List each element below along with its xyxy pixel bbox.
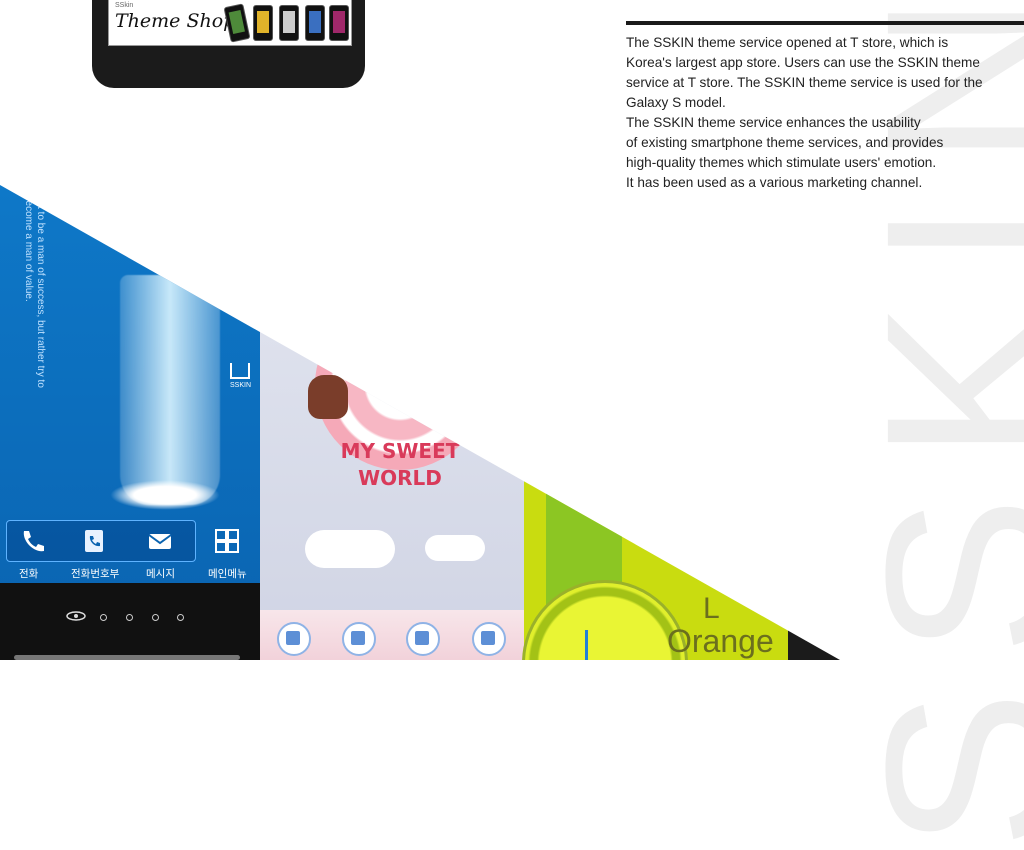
dock-label-main-menu: 메인메뉴 [208, 568, 247, 580]
description-line: The SSKIN theme service opened at T stor… [626, 35, 949, 50]
theme-showcase: not to be a man of success, but rather t… [0, 185, 840, 660]
contacts-icon[interactable] [80, 527, 108, 555]
page-dot[interactable] [177, 614, 184, 621]
description-line: The SSKIN theme service enhances the usa… [626, 115, 921, 130]
sweet-world-line-2: WORLD [358, 466, 442, 490]
sweet-world-theme-screen: MY SWEET WORLD [260, 185, 524, 660]
page-dot[interactable] [152, 614, 159, 621]
watch-hand [585, 630, 588, 660]
description-line: It has been used as a various marketing … [626, 175, 923, 190]
dock-label-messages: 메시지 [146, 568, 175, 580]
theme-shop-banner[interactable]: SSkin Theme Shop [108, 0, 352, 46]
sskin-logo-text: SSKIN [230, 382, 252, 389]
description-line: Korea's largest app store. Users can use… [626, 55, 980, 70]
dock-label-phone: 전화 [19, 568, 39, 580]
description-line: of existing smartphone theme services, a… [626, 135, 944, 150]
cow-illustration [308, 375, 348, 419]
sweet-world-line-1: MY SWEET [340, 439, 460, 463]
orange-title: L Orange [667, 592, 774, 659]
phone-icon[interactable] [18, 527, 46, 555]
app-icon[interactable] [472, 622, 506, 656]
description-line: service at T store. The SSKIN theme serv… [626, 75, 983, 90]
cloud-illustration [305, 530, 395, 568]
phone-top-preview: SSkin Theme Shop [92, 0, 365, 88]
app-icon[interactable] [342, 622, 376, 656]
sskin-logo-icon [230, 363, 250, 379]
waterfall-foam [110, 480, 220, 510]
app-icon[interactable] [406, 622, 440, 656]
description-line: Galaxy S model. [626, 95, 726, 110]
main-menu-grid-icon[interactable] [213, 527, 241, 555]
waterfall-theme-screen: not to be a man of success, but rather t… [0, 185, 260, 660]
description-text: The SSKIN theme service opened at T stor… [626, 33, 1024, 193]
mini-phone-icon [223, 3, 251, 43]
sweet-world-title: MY SWEET WORLD [325, 438, 475, 492]
orange-title-word: Orange [667, 623, 774, 659]
app-icon[interactable] [277, 622, 311, 656]
dock-label-contacts: 전화번호부 [71, 568, 120, 580]
dark-theme-screen [788, 185, 840, 660]
lime-orange-theme-screen: L Orange [522, 185, 788, 660]
sskin-watermark-text: SSKIN [836, 0, 1024, 850]
cloud-illustration [425, 535, 485, 561]
bottom-status-strip [14, 655, 240, 660]
mini-phone-icon [253, 5, 273, 41]
orange-title-top: L [703, 592, 720, 625]
banner-brand: SSkin [115, 2, 134, 9]
theme-quote: not to be a man of success, but rather t… [23, 195, 46, 388]
page-dot[interactable] [126, 614, 133, 621]
description-line: high-quality themes which stimulate user… [626, 155, 937, 170]
message-icon[interactable] [146, 527, 174, 555]
banner-title: Theme Shop [115, 10, 236, 32]
mini-phone-icon [305, 5, 325, 41]
mini-phone-icon [279, 5, 299, 41]
eye-indicator-icon [66, 611, 86, 621]
mini-phone-icon [329, 5, 349, 41]
waterfall-image [120, 275, 220, 505]
home-page-indicator-bar [0, 583, 260, 660]
description-rule [626, 21, 1024, 25]
page-dot[interactable] [100, 614, 107, 621]
